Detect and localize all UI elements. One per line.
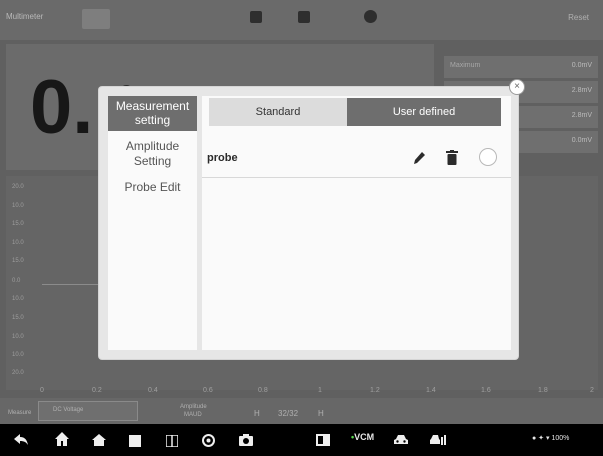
- measurement-value: 2.8mV: [571, 87, 592, 94]
- probe-name: probe: [207, 152, 238, 164]
- y-tick: 10.0: [12, 203, 24, 209]
- y-tick: 15.0: [12, 315, 24, 321]
- record-icon[interactable]: [250, 11, 262, 23]
- list-item[interactable]: [202, 141, 511, 177]
- top-toolbar: Multimeter Reset: [0, 0, 603, 40]
- measurement-value: 2.8mV: [571, 112, 592, 119]
- x-tick: 1.8: [538, 387, 548, 394]
- vcm-icon[interactable]: •VCM: [351, 432, 374, 442]
- car-icon[interactable]: [394, 432, 408, 448]
- measure-select[interactable]: DC Voltage: [38, 401, 138, 421]
- browser-icon[interactable]: [202, 432, 215, 448]
- app-title: Multimeter: [6, 12, 44, 21]
- tab-user-defined[interactable]: User defined: [347, 98, 501, 126]
- y-tick: 0.0: [12, 278, 21, 284]
- settings-sidebar: [108, 96, 197, 350]
- big-reading: 0.: [30, 65, 94, 150]
- y-tick: 10.0: [12, 352, 24, 358]
- system-navigation-bar: [0, 424, 603, 456]
- amplitude-label: Amplitude: [180, 404, 207, 410]
- y-tick: 20.0: [12, 184, 24, 190]
- sidebar-item-measurement-setting[interactable]: Measurement setting: [108, 96, 197, 131]
- measurement-value: 0.0mV: [571, 62, 592, 69]
- probe-type-segmented-control: Standard User defined: [209, 98, 501, 126]
- x-tick: 0.4: [148, 387, 158, 394]
- y-tick: 10.0: [12, 334, 24, 340]
- x-tick: 1: [318, 387, 322, 394]
- edit-icon[interactable]: [412, 150, 426, 171]
- measurement-value: 0.0mV: [571, 137, 592, 144]
- house-icon[interactable]: [92, 432, 106, 448]
- h-right-label[interactable]: H: [318, 409, 324, 418]
- y-tick: 20.0: [12, 370, 24, 376]
- probe-radio-button[interactable]: [479, 148, 497, 166]
- pause-button[interactable]: [82, 9, 110, 29]
- divider: [202, 177, 511, 178]
- back-icon[interactable]: [14, 432, 28, 448]
- tab-standard[interactable]: Standard: [209, 98, 347, 126]
- recent-apps-icon[interactable]: [129, 433, 141, 449]
- x-tick: 1.4: [426, 387, 436, 394]
- x-tick: 1.6: [481, 387, 491, 394]
- status-indicators: ● ✦ ▾ 100%: [532, 435, 570, 442]
- measurement-row: Maximum 0.0mV: [444, 56, 598, 78]
- x-tick: 0.8: [258, 387, 268, 394]
- help-icon[interactable]: [364, 10, 377, 23]
- measure-value: DC Voltage: [53, 407, 84, 413]
- measurement-label: Maximum: [450, 62, 481, 69]
- x-tick: 0.2: [92, 387, 102, 394]
- split-screen-icon[interactable]: [166, 433, 178, 449]
- sidebar-item-amplitude-setting[interactable]: Amplitude Setting: [108, 139, 197, 169]
- y-tick: 15.0: [12, 221, 24, 227]
- x-tick: 0: [40, 387, 44, 394]
- home-icon[interactable]: [55, 431, 69, 447]
- page-indicator: 32/32: [278, 409, 299, 418]
- sidebar-item-probe-edit[interactable]: Probe Edit: [108, 180, 197, 195]
- y-tick: 10.0: [12, 240, 24, 246]
- diagnostic-icon[interactable]: [430, 432, 446, 448]
- reset-button[interactable]: Reset: [568, 13, 589, 22]
- camera-icon[interactable]: [239, 432, 253, 448]
- x-tick: 2: [590, 387, 594, 394]
- folder-icon[interactable]: [298, 11, 310, 23]
- settings-content-pane: [202, 96, 511, 350]
- y-tick: 10.0: [12, 296, 24, 302]
- amplitude-value: MAUD: [184, 412, 202, 418]
- y-tick: 15.0: [12, 258, 24, 264]
- close-icon[interactable]: ×: [509, 79, 525, 95]
- x-tick: 1.2: [370, 387, 380, 394]
- h-left-label[interactable]: H: [254, 409, 260, 418]
- trash-icon[interactable]: [446, 150, 458, 171]
- measure-label: Measure: [8, 410, 32, 416]
- screen-mirror-icon[interactable]: [316, 432, 330, 448]
- x-tick: 0.6: [203, 387, 213, 394]
